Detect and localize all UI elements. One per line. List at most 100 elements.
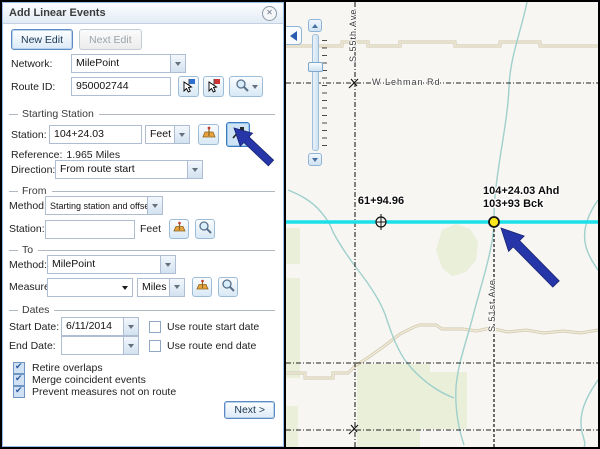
- to-unit-dropdown[interactable]: Miles: [137, 278, 185, 297]
- map-road-tan-bottom-fill: [286, 325, 598, 378]
- pick-station-on-map-button[interactable]: [226, 122, 250, 147]
- map-canvas: [286, 2, 598, 447]
- map-green-parcel: [436, 224, 478, 276]
- clear-route-button[interactable]: [203, 76, 224, 97]
- close-icon[interactable]: ✕: [262, 6, 277, 21]
- from-method-value: Starting station and offset: [45, 196, 147, 215]
- chevron-up-icon: [312, 24, 318, 28]
- panel-title: Add Linear Events: [9, 7, 262, 19]
- start-date-dropdown-button[interactable]: [123, 317, 139, 336]
- route-search-menu-button[interactable]: [229, 76, 263, 97]
- station-measure-icon: [195, 278, 210, 296]
- zoom-out-button[interactable]: [308, 153, 322, 166]
- start-date-label: Start Date:: [9, 321, 61, 333]
- route-id-input[interactable]: 950002744: [71, 77, 171, 96]
- to-method-dropdown-button[interactable]: [160, 255, 176, 274]
- add-linear-events-panel: Add Linear Events ✕ New Edit Next Edit N…: [2, 2, 284, 447]
- network-value: MilePoint: [71, 54, 170, 73]
- station-reference-label: 61+94.96: [341, 195, 421, 207]
- from-unit-label: Feet: [140, 223, 161, 235]
- from-search-button[interactable]: [195, 219, 215, 239]
- end-date-value: [61, 336, 123, 355]
- chevron-left-icon: [290, 31, 297, 41]
- next-edit-button[interactable]: Next Edit: [79, 29, 142, 50]
- network-dropdown-button[interactable]: [170, 54, 186, 73]
- station-picker-icon: [230, 125, 246, 144]
- route-id-label: Route ID:: [11, 81, 71, 93]
- to-unit-dropdown-button[interactable]: [169, 278, 185, 297]
- picked-station-point[interactable]: [489, 217, 499, 227]
- from-method-dropdown-button[interactable]: [147, 196, 163, 215]
- cursor-blue-flag-icon: [181, 77, 197, 96]
- station-unit-value: Feet: [145, 125, 174, 144]
- picked-station-ahead-label: 104+24.03 Ahd: [483, 185, 559, 197]
- station-input[interactable]: 104+24.03: [49, 125, 142, 144]
- chevron-down-icon: [174, 285, 180, 289]
- map-stream: [585, 200, 599, 270]
- search-icon: [235, 78, 250, 96]
- direction-label: Direction:: [11, 164, 55, 176]
- prevent-measures-checkbox[interactable]: [13, 386, 25, 398]
- direction-value: From route start: [55, 160, 187, 179]
- to-method-label: Method:: [9, 259, 47, 271]
- picked-station-back-label: 103+93 Bck: [483, 198, 543, 210]
- map-green-parcel: [286, 228, 300, 264]
- to-unit-value: Miles: [137, 278, 169, 297]
- chevron-down-icon: [128, 344, 134, 348]
- map-stream: [581, 380, 598, 447]
- station-unit-dropdown[interactable]: Feet: [145, 125, 190, 144]
- search-icon: [198, 220, 213, 238]
- direction-dropdown-button[interactable]: [187, 160, 203, 179]
- street-label-s-51st-ave: S 51st Ave: [487, 270, 497, 332]
- chevron-down-icon: [122, 286, 128, 290]
- legend-text: Dates: [22, 304, 49, 316]
- chevron-down-icon: [165, 263, 171, 267]
- zoom-in-button[interactable]: [308, 19, 322, 32]
- use-route-end-date-checkbox[interactable]: [149, 340, 161, 352]
- network-label: Network:: [11, 58, 71, 70]
- from-method-dropdown[interactable]: Starting station and offset: [45, 196, 163, 215]
- panel-header: Add Linear Events ✕: [3, 3, 283, 24]
- start-date-value: 6/11/2014: [61, 317, 123, 336]
- use-route-start-date-label: Use route start date: [167, 321, 259, 333]
- end-date-picker[interactable]: [61, 336, 139, 355]
- zoom-slider-track[interactable]: [312, 34, 319, 151]
- from-measure-button[interactable]: [169, 219, 189, 239]
- station-measure-button[interactable]: [198, 124, 219, 145]
- map-green-parcel: [286, 406, 298, 447]
- network-dropdown[interactable]: MilePoint: [71, 54, 186, 73]
- chevron-down-icon: [192, 168, 198, 172]
- map-viewport[interactable]: 61+94.96 104+24.03 Ahd 103+93 Bck W Lehm…: [286, 2, 598, 447]
- station-unit-dropdown-button[interactable]: [174, 125, 190, 144]
- app-window: Add Linear Events ✕ New Edit Next Edit N…: [0, 0, 600, 449]
- direction-dropdown[interactable]: From route start: [55, 160, 203, 179]
- use-route-end-date-label: Use route end date: [167, 340, 256, 352]
- end-date-dropdown-button[interactable]: [123, 336, 139, 355]
- street-label-w-lehman-rd: W Lehman Rd: [372, 77, 441, 87]
- retire-overlaps-label: Retire overlaps: [32, 362, 103, 374]
- to-search-button[interactable]: [218, 277, 238, 297]
- starting-station-legend: Starting Station: [9, 108, 275, 120]
- zoom-slider-handle[interactable]: [308, 62, 323, 72]
- map-green-parcel: [357, 364, 467, 447]
- select-route-button[interactable]: [178, 76, 199, 97]
- search-icon: [221, 278, 236, 296]
- zoom-slider-ticks: [322, 40, 327, 148]
- to-measure-button[interactable]: [192, 277, 212, 297]
- to-measure-label: Measure:: [9, 281, 47, 293]
- legend-text: Starting Station: [22, 108, 94, 120]
- to-measure-combobox[interactable]: [47, 278, 133, 297]
- prevent-measures-label: Prevent measures not on route: [32, 386, 176, 398]
- collapse-panel-button[interactable]: [286, 26, 302, 45]
- next-button[interactable]: Next >: [224, 401, 275, 419]
- start-date-picker[interactable]: 6/11/2014: [61, 317, 139, 336]
- new-edit-button[interactable]: New Edit: [11, 29, 73, 50]
- to-method-dropdown[interactable]: MilePoint: [47, 255, 176, 274]
- dates-legend: Dates: [9, 304, 275, 316]
- merge-coincident-events-label: Merge coincident events: [32, 374, 146, 386]
- chevron-down-icon: [152, 204, 158, 208]
- chevron-down-icon: [179, 133, 185, 137]
- use-route-start-date-checkbox[interactable]: [149, 321, 161, 333]
- map-road-tan-top-fill: [286, 42, 598, 46]
- from-station-input[interactable]: [45, 220, 135, 239]
